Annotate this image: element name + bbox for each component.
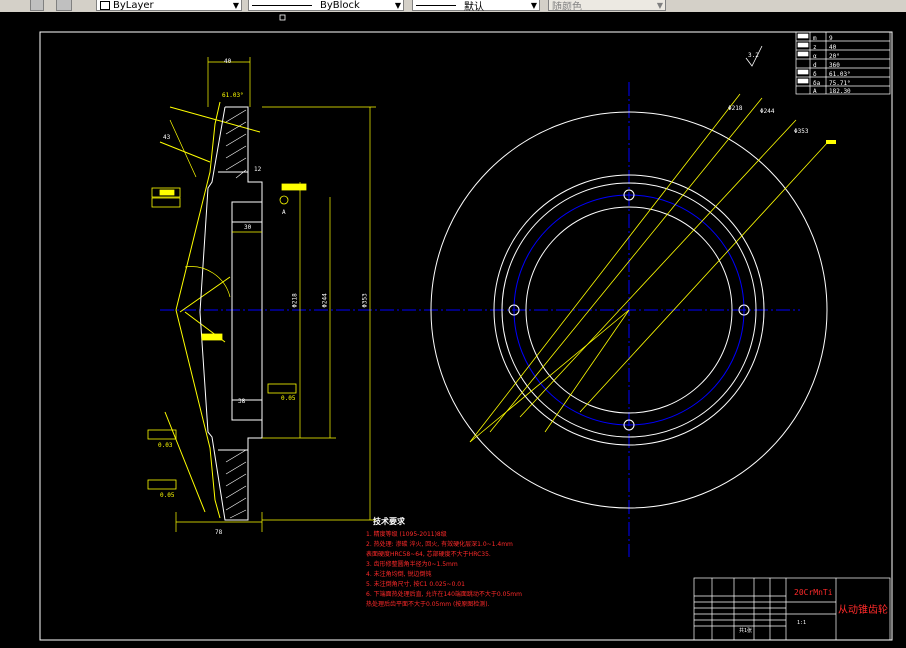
param-val: 360 [829, 62, 840, 69]
requirement-item: 4. 未注角均倒, 锐边倒钝 [366, 571, 432, 578]
scale-label: 1:1 [797, 620, 807, 626]
plotstyle-combo-label: 随颜色 [552, 1, 582, 13]
requirements-title: 技术要求 [373, 517, 405, 526]
lineweight-sample [416, 4, 456, 6]
make-current-icon[interactable] [56, 0, 72, 11]
chevron-down-icon: ▼ [232, 1, 239, 10]
drawing-canvas[interactable]: 40 61.03° 43 12 30 Φ218 Φ244 Φ353 78 38 … [0, 12, 906, 648]
param-val: 61.03° [829, 71, 851, 78]
requirement-item: 热处理后齿平面不大于0.05mm (按原图检测). [366, 601, 490, 608]
roughness-value: 3.2 [748, 52, 759, 59]
tolerance-3: 0.05 [160, 492, 175, 499]
requirements-list: 1. 精度等级 (1095-2011)8级 2. 热处理: 渗碳 淬火, 回火,… [366, 530, 522, 610]
pitch-cone-upper [175, 101, 221, 311]
requirement-item: 6. 下端面热处理后直, 允许在140端面跳动不大于0.05mm [366, 591, 522, 598]
dim-43: 43 [163, 134, 171, 141]
param-val: 9 [829, 35, 833, 42]
layer-combo-label: ByLayer [113, 0, 154, 11]
datum-a: A [282, 209, 286, 216]
sheet-label: 共1张 [739, 628, 753, 634]
dim-12: 12 [254, 166, 262, 173]
param-sym: d [813, 62, 817, 69]
dim-38: 38 [238, 398, 246, 405]
param-sym: δ [813, 71, 817, 78]
gear-outline [199, 106, 263, 521]
tolerance-1: 0.05 [281, 395, 296, 402]
param-sym: z [813, 44, 817, 51]
param-sym: α [813, 53, 817, 60]
requirement-item: 3. 齿形修整圆角半径为0~1.5mm [366, 561, 458, 568]
param-sym: A [813, 88, 817, 95]
grip-handle[interactable] [279, 14, 286, 21]
param-val: 75.71° [829, 80, 851, 87]
section-view [147, 57, 800, 532]
layer-combo[interactable]: ByLayer ▼ [96, 0, 242, 11]
lineweight-combo[interactable]: 默认 ▼ [412, 0, 540, 13]
lineweight-combo-label: 默认 [464, 1, 484, 13]
chevron-down-icon: ▼ [656, 1, 663, 10]
part-name: 从动锥齿轮 [838, 605, 888, 616]
dim-78: 78 [215, 529, 223, 536]
requirement-item: 表面硬度HRC58~64, 芯部硬度不大于HRC35. [366, 551, 491, 558]
section-hatching [225, 109, 247, 519]
requirement-item: 2. 热处理: 渗碳 淬火, 回火, 有效硬化层深1.0~1.4mm [366, 541, 513, 548]
tolerance-2: 0.03 [158, 442, 173, 449]
param-sym: δa [813, 80, 821, 87]
linetype-combo-label: ByBlock [320, 0, 360, 11]
layer-state-icon[interactable] [30, 0, 44, 11]
plotstyle-combo[interactable]: 随颜色 ▼ [548, 0, 666, 13]
dim-30: 30 [244, 224, 252, 231]
dim-40: 40 [224, 58, 232, 65]
param-val: 182.30 [829, 88, 851, 95]
pitch-cone-lower [175, 309, 221, 519]
param-sym: m [813, 35, 817, 42]
dim-218: Φ218 [291, 293, 299, 308]
material-label: 20CrMnTi [794, 588, 833, 597]
requirement-item: 5. 未注倒角尺寸, 按C1 0.025~0.01 [366, 581, 465, 588]
front-view [430, 45, 836, 557]
label-c218: Φ218 [728, 105, 743, 112]
requirement-item: 1. 精度等级 (1095-2011)8级 [366, 531, 447, 538]
param-val: 40 [829, 44, 837, 51]
dim-353: Φ353 [361, 293, 369, 308]
layer-swatch-icon [100, 0, 110, 10]
dim-244: Φ244 [321, 293, 329, 308]
chevron-down-icon: ▼ [530, 1, 537, 10]
linetype-combo[interactable]: ByBlock ▼ [248, 0, 404, 11]
param-val: 20° [829, 53, 840, 60]
dim-angle: 61.03° [222, 92, 244, 99]
label-c244: Φ244 [760, 108, 775, 115]
leader-lines [469, 93, 829, 443]
linetype-sample [252, 4, 312, 6]
label-c353: Φ353 [794, 128, 809, 135]
chevron-down-icon: ▼ [394, 1, 401, 10]
